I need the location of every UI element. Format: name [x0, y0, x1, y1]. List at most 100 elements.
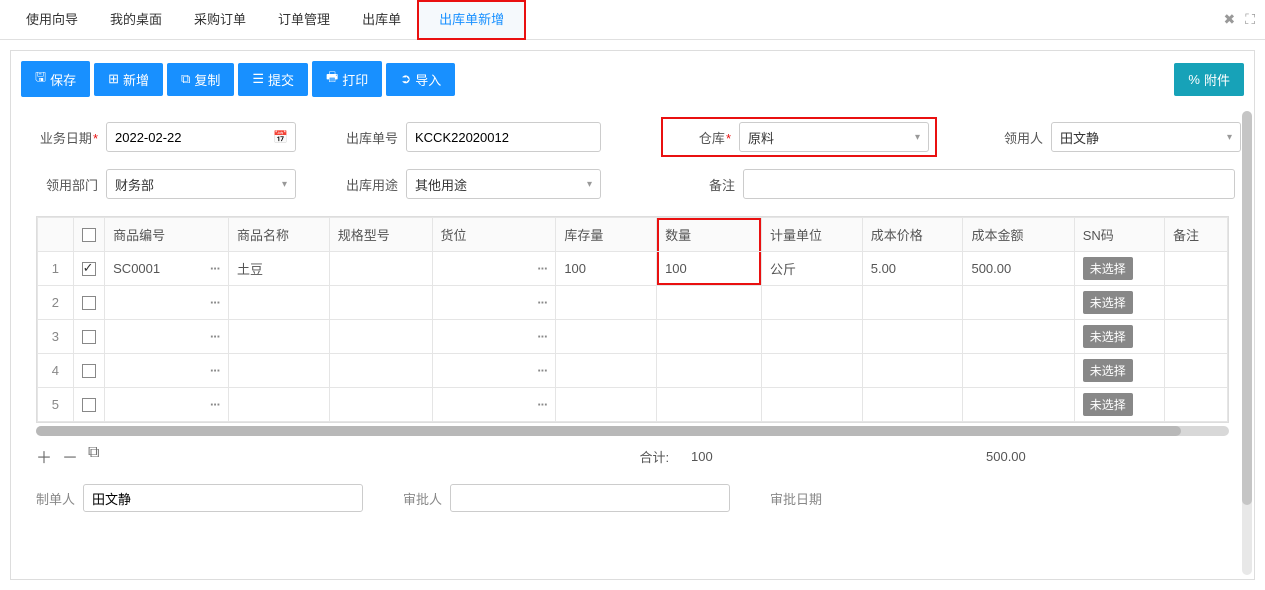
- cell-price[interactable]: [862, 320, 963, 354]
- col-unit[interactable]: 计量单位: [762, 218, 863, 252]
- row-checkbox[interactable]: [82, 364, 96, 378]
- warehouse-select[interactable]: 原料▾: [739, 122, 929, 152]
- add-row-icon[interactable]: ＋: [36, 444, 52, 468]
- col-remark[interactable]: 备注: [1164, 218, 1227, 252]
- cell-code[interactable]: ···: [105, 286, 229, 320]
- cell-qty[interactable]: [657, 320, 762, 354]
- cell-sn[interactable]: 未选择: [1074, 354, 1164, 388]
- close-tab-icon[interactable]: ✖: [1223, 11, 1235, 28]
- row-checkbox[interactable]: [82, 398, 96, 412]
- remark-input[interactable]: [743, 169, 1235, 199]
- cell-code[interactable]: ···: [105, 388, 229, 422]
- tab-outbound-new[interactable]: 出库单新增: [417, 0, 526, 40]
- cell-name[interactable]: [228, 320, 329, 354]
- sn-button[interactable]: 未选择: [1083, 325, 1133, 348]
- picker-icon[interactable]: ···: [537, 363, 547, 378]
- col-price[interactable]: 成本价格: [862, 218, 963, 252]
- cell-qty[interactable]: [657, 388, 762, 422]
- cell-code[interactable]: ···: [105, 320, 229, 354]
- cell-code[interactable]: SC0001···: [105, 252, 229, 286]
- import-button[interactable]: ➲ 导入: [386, 63, 455, 96]
- picker-icon[interactable]: ···: [537, 261, 547, 276]
- cell-spec[interactable]: [329, 354, 432, 388]
- col-code[interactable]: 商品编号: [105, 218, 229, 252]
- tab-purchase[interactable]: 采购订单: [178, 0, 262, 40]
- submit-button[interactable]: ☰ 提交: [238, 63, 308, 96]
- picker-icon[interactable]: ···: [210, 397, 220, 412]
- cell-price[interactable]: [862, 286, 963, 320]
- tab-outbound[interactable]: 出库单: [346, 0, 417, 40]
- print-button[interactable]: 🖶 打印: [312, 61, 382, 97]
- sn-button[interactable]: 未选择: [1083, 257, 1133, 280]
- cell-qty[interactable]: [657, 354, 762, 388]
- row-checkbox[interactable]: [82, 330, 96, 344]
- picker-icon[interactable]: ···: [537, 295, 547, 310]
- cell-remark[interactable]: [1164, 388, 1227, 422]
- cell-sn[interactable]: 未选择: [1074, 388, 1164, 422]
- bizdate-input[interactable]: [106, 122, 296, 152]
- sn-button[interactable]: 未选择: [1083, 359, 1133, 382]
- cell-loc[interactable]: ···: [432, 320, 556, 354]
- cell-sn[interactable]: 未选择: [1074, 286, 1164, 320]
- tab-guide[interactable]: 使用向导: [10, 0, 94, 40]
- cell-remark[interactable]: [1164, 252, 1227, 286]
- docno-input[interactable]: [406, 122, 601, 152]
- copy-row-icon[interactable]: ⧉: [88, 444, 99, 468]
- picker-icon[interactable]: ···: [210, 295, 220, 310]
- cell-price[interactable]: 5.00: [862, 252, 963, 286]
- picker-icon[interactable]: ···: [537, 397, 547, 412]
- cell-code[interactable]: ···: [105, 354, 229, 388]
- tab-order-mgmt[interactable]: 订单管理: [262, 0, 346, 40]
- cell-remark[interactable]: [1164, 354, 1227, 388]
- picker-icon[interactable]: ···: [210, 363, 220, 378]
- cell-loc[interactable]: ···: [432, 354, 556, 388]
- cell-loc[interactable]: ···: [432, 286, 556, 320]
- cell-qty[interactable]: 100: [657, 252, 762, 286]
- receiver-select[interactable]: 田文静▾: [1051, 122, 1241, 152]
- cell-name[interactable]: [228, 354, 329, 388]
- h-scrollbar[interactable]: [36, 426, 1229, 436]
- cell-price[interactable]: [862, 354, 963, 388]
- picker-icon[interactable]: ···: [537, 329, 547, 344]
- col-qty[interactable]: 数量: [657, 218, 762, 252]
- dept-select[interactable]: 财务部▾: [106, 169, 296, 199]
- col-sn[interactable]: SN码: [1074, 218, 1164, 252]
- save-button[interactable]: 🖫 保存: [21, 61, 90, 97]
- cell-sn[interactable]: 未选择: [1074, 320, 1164, 354]
- attach-button[interactable]: % 附件: [1174, 63, 1244, 96]
- cell-price[interactable]: [862, 388, 963, 422]
- new-button[interactable]: ⊞ 新增: [94, 63, 163, 96]
- col-amount[interactable]: 成本金额: [963, 218, 1074, 252]
- copy-button[interactable]: ⧉ 复制: [167, 63, 234, 96]
- v-scrollbar[interactable]: [1242, 111, 1252, 575]
- table-row[interactable]: 4······未选择: [38, 354, 1228, 388]
- row-checkbox[interactable]: [82, 296, 96, 310]
- creator-input[interactable]: [83, 484, 363, 512]
- cell-spec[interactable]: [329, 252, 432, 286]
- table-row[interactable]: 5······未选择: [38, 388, 1228, 422]
- table-row[interactable]: 3······未选择: [38, 320, 1228, 354]
- remove-row-icon[interactable]: －: [62, 444, 78, 468]
- picker-icon[interactable]: ···: [210, 261, 220, 276]
- cell-qty[interactable]: [657, 286, 762, 320]
- cell-sn[interactable]: 未选择: [1074, 252, 1164, 286]
- approver-input[interactable]: [450, 484, 730, 512]
- cell-spec[interactable]: [329, 388, 432, 422]
- col-spec[interactable]: 规格型号: [329, 218, 432, 252]
- cell-name[interactable]: 土豆: [228, 252, 329, 286]
- cell-spec[interactable]: [329, 320, 432, 354]
- col-stock[interactable]: 库存量: [556, 218, 657, 252]
- cell-name[interactable]: [228, 286, 329, 320]
- cell-loc[interactable]: ···: [432, 388, 556, 422]
- col-name[interactable]: 商品名称: [228, 218, 329, 252]
- cell-name[interactable]: [228, 388, 329, 422]
- cell-loc[interactable]: ···: [432, 252, 556, 286]
- table-row[interactable]: 2······未选择: [38, 286, 1228, 320]
- sn-button[interactable]: 未选择: [1083, 393, 1133, 416]
- cell-remark[interactable]: [1164, 320, 1227, 354]
- col-loc[interactable]: 货位: [432, 218, 556, 252]
- cell-spec[interactable]: [329, 286, 432, 320]
- table-row[interactable]: 1SC0001···土豆···100100公斤5.00500.00未选择: [38, 252, 1228, 286]
- picker-icon[interactable]: ···: [210, 329, 220, 344]
- tab-desktop[interactable]: 我的桌面: [94, 0, 178, 40]
